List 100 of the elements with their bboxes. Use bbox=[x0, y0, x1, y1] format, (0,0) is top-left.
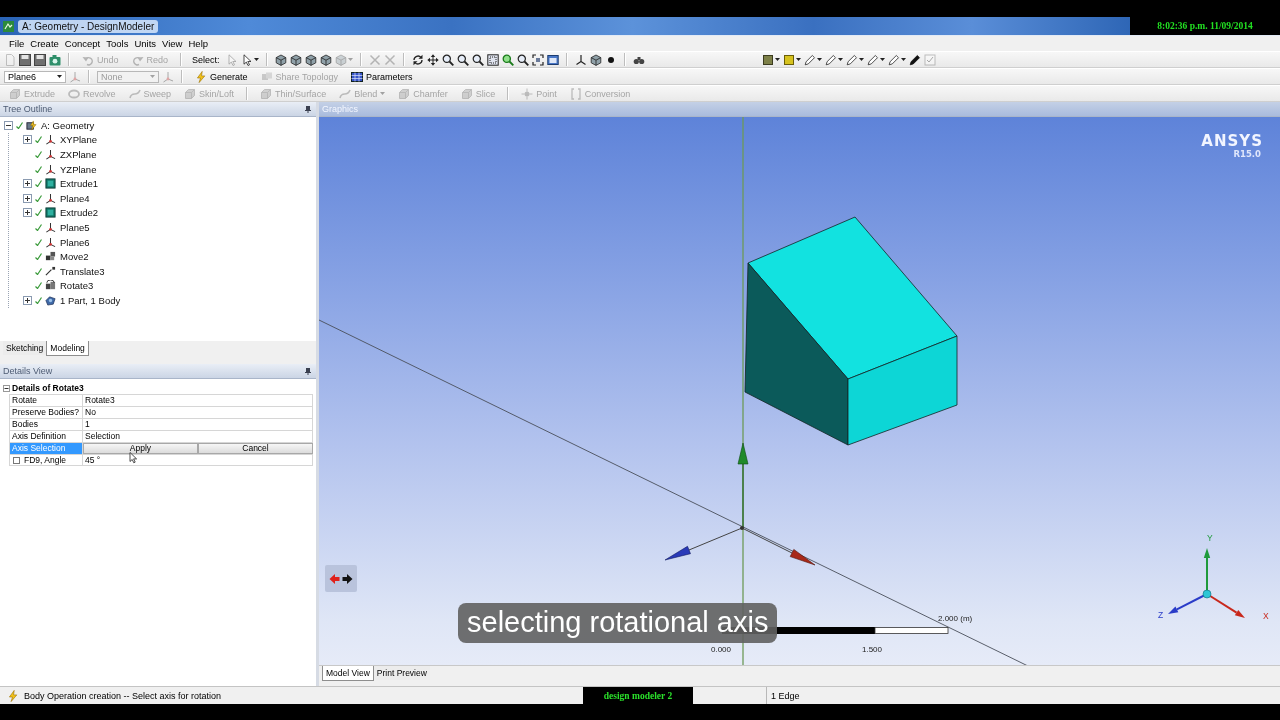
parameter-checkbox[interactable] bbox=[13, 456, 20, 464]
video-caption: selecting rotational axis bbox=[458, 603, 778, 643]
direction-arrow[interactable] bbox=[737, 442, 749, 529]
collapse-icon[interactable] bbox=[3, 384, 10, 392]
mouse-pointer-icon bbox=[129, 452, 139, 464]
tab[interactable]: Model View bbox=[322, 666, 374, 681]
pin-icon[interactable] bbox=[305, 367, 311, 375]
square-icon[interactable] bbox=[783, 53, 795, 66]
menu-item[interactable]: Tools bbox=[103, 38, 132, 49]
tree-item[interactable]: XYPlane bbox=[59, 134, 97, 146]
menu-item[interactable]: Help bbox=[185, 38, 212, 49]
cube-icon[interactable] bbox=[304, 53, 317, 66]
tree-item[interactable]: Extrude2 bbox=[59, 207, 99, 219]
block-icon bbox=[45, 178, 56, 190]
expand-icon[interactable] bbox=[23, 179, 32, 189]
four-arrows-icon[interactable] bbox=[426, 53, 439, 66]
window-icon[interactable] bbox=[546, 53, 559, 66]
axes-icon bbox=[45, 163, 56, 175]
axes-icon bbox=[45, 221, 56, 233]
caret-icon[interactable] bbox=[880, 58, 885, 61]
caret-icon[interactable] bbox=[859, 58, 864, 61]
caret-icon[interactable] bbox=[796, 58, 801, 61]
tree-item[interactable]: Translate3 bbox=[59, 265, 105, 277]
expand-icon[interactable] bbox=[23, 295, 32, 305]
property-label[interactable]: Bodies bbox=[10, 419, 82, 430]
cube-icon[interactable] bbox=[274, 53, 287, 66]
expand-icon[interactable] bbox=[23, 208, 32, 218]
pentagon-icon bbox=[45, 294, 56, 306]
pencil-icon[interactable] bbox=[909, 53, 921, 66]
magnifier-icon[interactable] bbox=[471, 53, 484, 66]
status-message: Body Operation creation -- Select axis for rotation bbox=[24, 690, 222, 701]
camera-icon[interactable] bbox=[49, 53, 61, 66]
magnifier-icon[interactable] bbox=[516, 53, 529, 66]
menu-item[interactable]: View bbox=[159, 38, 186, 49]
frame-icon[interactable] bbox=[486, 53, 499, 66]
tree-item[interactable]: Move2 bbox=[59, 251, 89, 263]
axes-icon[interactable] bbox=[574, 53, 587, 66]
caret-icon[interactable] bbox=[253, 58, 259, 61]
direction-arrow[interactable] bbox=[664, 527, 743, 561]
expand-icon[interactable] bbox=[23, 193, 32, 203]
solid-block[interactable] bbox=[744, 216, 958, 446]
collapse-icon[interactable] bbox=[4, 120, 13, 130]
magnifier-icon[interactable] bbox=[441, 53, 454, 66]
action-button[interactable]: Cancel bbox=[198, 443, 313, 454]
caret-icon[interactable] bbox=[57, 75, 62, 78]
app-icon bbox=[3, 20, 14, 32]
menu-item[interactable]: Units bbox=[131, 38, 160, 49]
tree-item[interactable]: A: Geometry bbox=[40, 119, 95, 131]
action-button[interactable]: Apply bbox=[83, 443, 198, 454]
pointer-icon[interactable] bbox=[240, 53, 253, 66]
caret-icon[interactable] bbox=[775, 58, 780, 61]
corners-icon[interactable] bbox=[531, 53, 544, 66]
block-icon bbox=[45, 207, 56, 219]
property-label[interactable]: Preserve Bodies? bbox=[10, 407, 82, 418]
cube-icon[interactable] bbox=[319, 53, 332, 66]
tab[interactable]: Print Preview bbox=[373, 666, 430, 680]
property-value[interactable]: No bbox=[83, 406, 313, 418]
cube-icon[interactable] bbox=[289, 53, 302, 66]
lightning-icon bbox=[7, 689, 19, 702]
tree-item[interactable]: Plane6 bbox=[59, 236, 90, 248]
scale-label: 1.500 bbox=[862, 645, 883, 654]
caret-icon[interactable] bbox=[901, 58, 906, 61]
property-value[interactable]: Rotate3 bbox=[83, 394, 313, 406]
cube-icon[interactable] bbox=[589, 53, 602, 66]
lightning-box-icon bbox=[26, 119, 37, 131]
square-icon[interactable] bbox=[762, 53, 774, 66]
caret-icon[interactable] bbox=[838, 58, 843, 61]
tree-item[interactable]: Rotate3 bbox=[59, 280, 94, 292]
axes-icon bbox=[45, 192, 56, 204]
property-value[interactable]: Selection bbox=[83, 430, 313, 442]
magnifier-icon[interactable] bbox=[456, 53, 469, 66]
pin-icon[interactable] bbox=[305, 105, 311, 113]
right-arrow-icon[interactable] bbox=[342, 572, 353, 585]
check-icon bbox=[16, 121, 23, 129]
tab[interactable]: Modeling bbox=[46, 341, 89, 356]
tree-item[interactable]: Extrude1 bbox=[59, 178, 99, 190]
tree-item[interactable]: 1 Part, 1 Body bbox=[59, 294, 121, 306]
tree-item[interactable]: Plane4 bbox=[59, 192, 90, 204]
property-label[interactable]: Rotate bbox=[10, 395, 82, 406]
property-value[interactable]: 1 bbox=[83, 418, 313, 430]
tree-item[interactable]: ZXPlane bbox=[59, 149, 97, 160]
tab[interactable]: Sketching bbox=[3, 341, 47, 355]
menu-item[interactable]: Concept bbox=[61, 38, 104, 49]
axis-label: Y bbox=[1207, 533, 1213, 543]
property-label[interactable]: Axis Definition bbox=[10, 431, 82, 442]
triad-center bbox=[1202, 589, 1212, 599]
property-value[interactable]: 45 ° bbox=[83, 454, 313, 466]
direction-arrow[interactable] bbox=[741, 527, 816, 566]
dropdown-field[interactable]: Plane6 bbox=[4, 70, 66, 83]
tree-item[interactable]: YZPlane bbox=[59, 163, 97, 175]
menu-item[interactable]: Create bbox=[27, 38, 62, 49]
grid-icon[interactable] bbox=[350, 70, 363, 83]
tree-item[interactable]: Plane5 bbox=[59, 221, 90, 233]
rotate-icon[interactable] bbox=[411, 53, 424, 66]
toolbar-button[interactable]: Generate bbox=[192, 69, 251, 84]
caret-icon[interactable] bbox=[817, 58, 822, 61]
expand-icon[interactable] bbox=[23, 135, 32, 145]
axis-label: X bbox=[1263, 611, 1269, 621]
toolbar-button[interactable]: Parameters bbox=[347, 69, 416, 84]
menu-item[interactable]: File bbox=[6, 38, 28, 49]
